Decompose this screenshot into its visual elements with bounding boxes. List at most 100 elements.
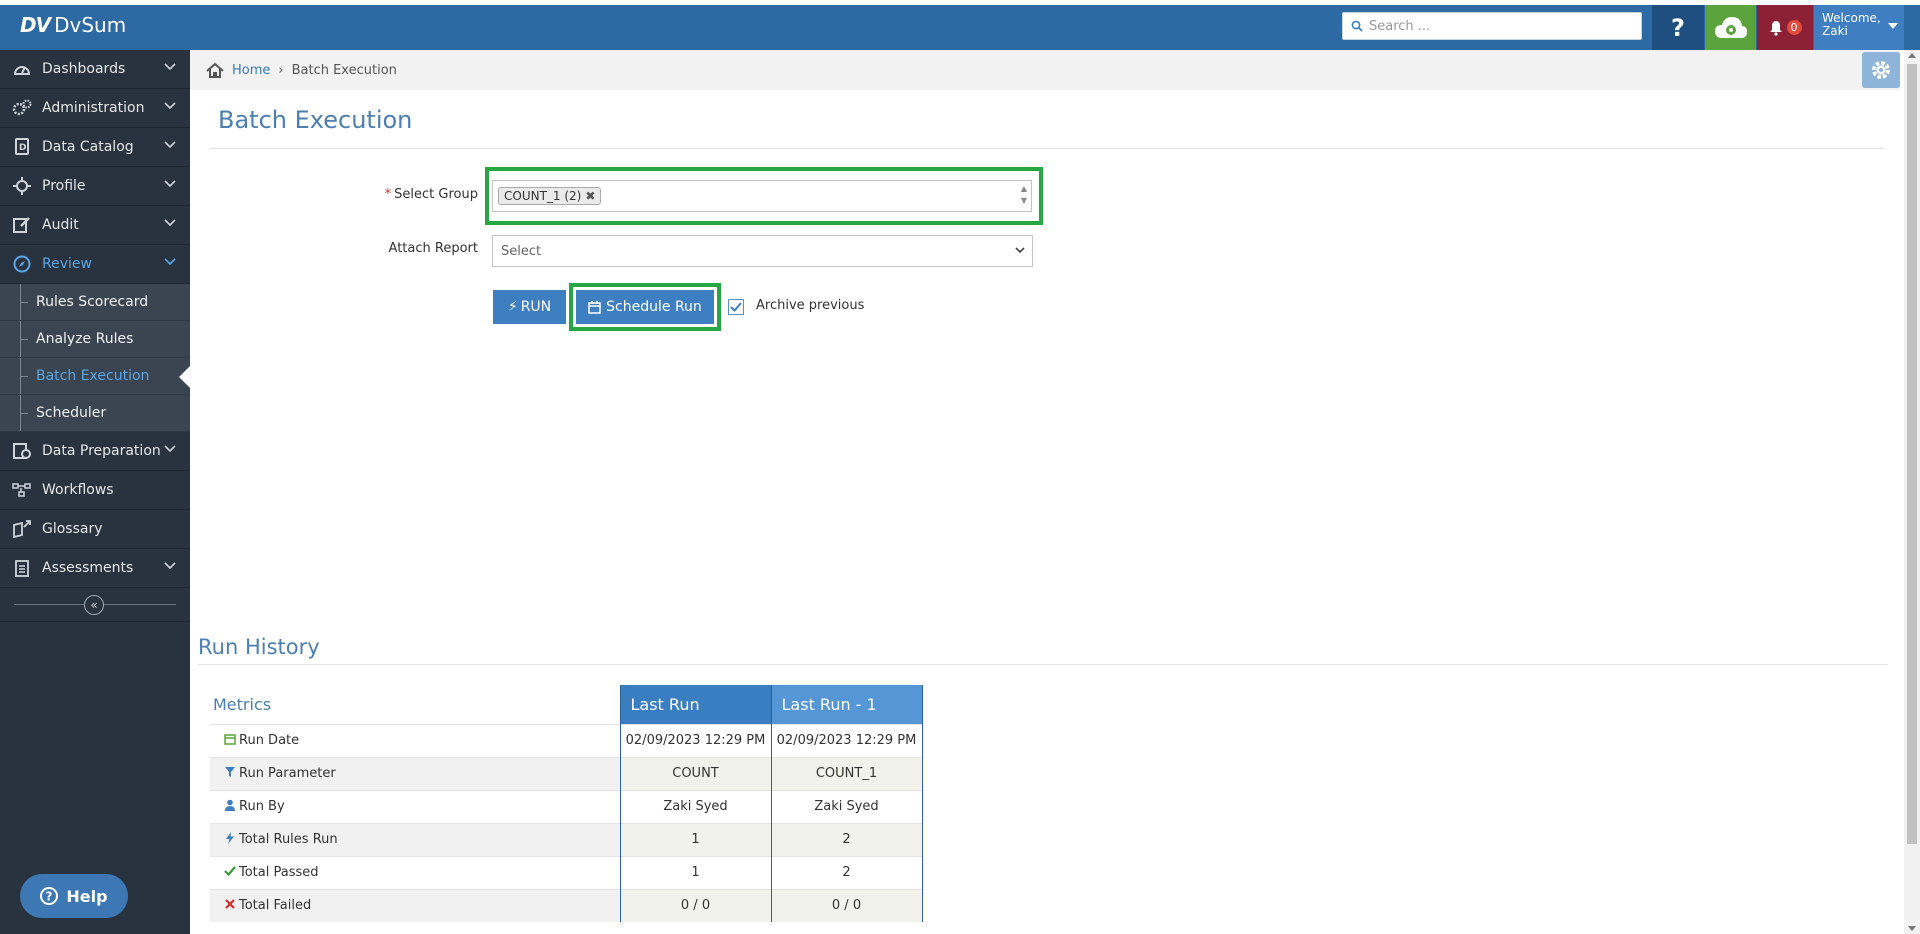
page-scrollbar[interactable]: [1904, 50, 1920, 934]
caret-down-icon: [1888, 23, 1898, 29]
attach-report-placeholder: Select: [501, 243, 542, 259]
table-row: Run Date 02/09/2023 12:29 PM 02/09/2023 …: [210, 723, 923, 757]
sidebar-subitem-rules-scorecard[interactable]: Rules Scorecard: [0, 284, 190, 321]
sidebar-item-label: Audit: [42, 217, 79, 233]
metrics-header: Metrics: [210, 685, 620, 724]
value-cell: 2: [770, 822, 923, 856]
breadcrumb-home-link[interactable]: Home: [232, 63, 270, 78]
run-history-table: Metrics Last Run Last Run - 1 Run Date 0…: [210, 685, 923, 922]
compass-icon: [12, 254, 32, 274]
chevron-down-icon: [164, 562, 176, 570]
settings-button[interactable]: [1862, 52, 1900, 88]
catalog-icon: D: [12, 137, 32, 157]
value-cell: Zaki Syed: [770, 789, 923, 823]
value-cell: 02/09/2023 12:29 PM: [619, 723, 772, 757]
sidebar-subitem-scheduler[interactable]: Scheduler: [0, 395, 190, 432]
attach-report-select[interactable]: Select: [492, 235, 1033, 267]
sidebar-item-data-preparation[interactable]: Data Preparation: [0, 432, 190, 471]
svg-text:?: ?: [46, 890, 53, 904]
run-history-title: Run History: [198, 635, 320, 659]
chevron-down-icon: [164, 141, 176, 149]
svg-text:D: D: [19, 143, 26, 153]
sidebar-item-label: Glossary: [42, 521, 103, 537]
sidebar-subitem-analyze-rules[interactable]: Analyze Rules: [0, 321, 190, 358]
archive-previous-checkbox[interactable]: [728, 299, 744, 315]
sidebar-item-glossary[interactable]: Glossary: [0, 510, 190, 549]
sidebar-item-audit[interactable]: Audit: [0, 206, 190, 245]
sidebar-item-dashboards[interactable]: Dashboards: [0, 50, 190, 89]
value-cell: 0 / 0: [770, 888, 923, 922]
sidebar-item-label: Review: [42, 256, 92, 272]
metric-label: Total Rules Run: [239, 832, 338, 847]
cloud-gear-button[interactable]: [1705, 5, 1756, 50]
dashboard-icon: [12, 59, 32, 79]
cloud-gear-icon: [1714, 16, 1747, 38]
metric-label: Run Date: [239, 733, 300, 748]
selected-group-tag[interactable]: COUNT_1 (2) ✖: [498, 187, 602, 205]
scroll-down-icon[interactable]: [1908, 926, 1916, 931]
sidebar-subitem-batch-execution[interactable]: Batch Execution: [0, 358, 190, 395]
question-icon: ?: [1671, 13, 1685, 42]
schedule-run-button[interactable]: Schedule Run: [576, 290, 714, 324]
main-content: Home › Batch Execution Batch Execution *…: [190, 50, 1900, 934]
collapse-sidebar-icon[interactable]: «: [84, 595, 104, 615]
value-cell: Zaki Syed: [619, 789, 772, 823]
chevron-down-icon: [164, 219, 176, 227]
metric-label: Run Parameter: [239, 766, 336, 781]
notification-count-badge: 0: [1786, 20, 1802, 35]
scrollbar-thumb[interactable]: [1907, 64, 1917, 844]
sidebar-item-review[interactable]: Review: [0, 245, 190, 284]
edit-icon: [12, 215, 32, 235]
user-icon: [225, 799, 235, 811]
scroll-up-icon[interactable]: [1908, 53, 1916, 58]
search-input[interactable]: Search ...: [1342, 12, 1642, 40]
sidebar-collapse-row: «: [0, 588, 190, 622]
workflow-icon: [12, 480, 32, 500]
remove-tag-icon[interactable]: ✖: [585, 189, 595, 203]
schedule-run-label: Schedule Run: [606, 299, 702, 315]
sidebar-item-profile[interactable]: Profile: [0, 167, 190, 206]
sidebar-item-data-catalog[interactable]: D Data Catalog: [0, 128, 190, 167]
sidebar-item-assessments[interactable]: Assessments: [0, 549, 190, 588]
app-logo[interactable]: DV DvSum: [20, 13, 126, 37]
metric-cell: Run Date: [210, 723, 620, 757]
spinner-arrows-icon[interactable]: ▲ ▼: [1021, 183, 1027, 207]
help-widget-button[interactable]: ? Help: [20, 874, 128, 918]
metric-label: Run By: [239, 799, 285, 814]
breadcrumb: Home › Batch Execution: [190, 50, 1900, 90]
bolt-icon: [226, 832, 234, 844]
notifications-button[interactable]: 0: [1757, 5, 1813, 50]
sidebar-item-label: Dashboards: [42, 61, 126, 77]
sidebar-item-label: Assessments: [42, 560, 134, 576]
table-row: Total Rules Run 1 2: [210, 822, 923, 856]
review-submenu: Rules Scorecard Analyze Rules Batch Exec…: [0, 284, 190, 432]
value-cell: 02/09/2023 12:29 PM: [770, 723, 923, 757]
sidebar: Dashboards Administration D Data Catalog…: [0, 50, 190, 934]
subitem-label: Batch Execution: [36, 368, 150, 384]
help-button[interactable]: ?: [1652, 5, 1704, 50]
sidebar-item-label: Workflows: [42, 482, 114, 498]
attach-report-label: Attach Report: [388, 241, 478, 256]
select-group-input[interactable]: COUNT_1 (2) ✖ ▲ ▼: [492, 180, 1032, 212]
title-divider: [210, 148, 1885, 149]
run-button[interactable]: ⚡ RUN: [493, 290, 566, 324]
sidebar-item-label: Profile: [42, 178, 86, 194]
home-icon[interactable]: [206, 62, 224, 78]
metric-cell: Total Rules Run: [210, 822, 620, 856]
metric-cell: Total Failed: [210, 888, 620, 922]
subitem-label: Analyze Rules: [36, 331, 134, 347]
sidebar-item-administration[interactable]: Administration: [0, 89, 190, 128]
metric-cell: Total Passed: [210, 855, 620, 889]
table-row: Total Failed 0 / 0 0 / 0: [210, 888, 923, 922]
breadcrumb-separator: ›: [278, 62, 284, 78]
cogs-icon: [12, 98, 32, 118]
x-icon: [225, 899, 235, 910]
sidebar-item-workflows[interactable]: Workflows: [0, 471, 190, 510]
user-menu[interactable]: Welcome, Zaki: [1814, 5, 1904, 50]
chevron-down-icon: [164, 102, 176, 110]
app-name: DvSum: [54, 13, 127, 37]
chevron-down-icon: [164, 180, 176, 188]
bell-icon: [1769, 20, 1782, 36]
active-indicator: [179, 366, 190, 388]
gear-icon: [1872, 61, 1890, 79]
